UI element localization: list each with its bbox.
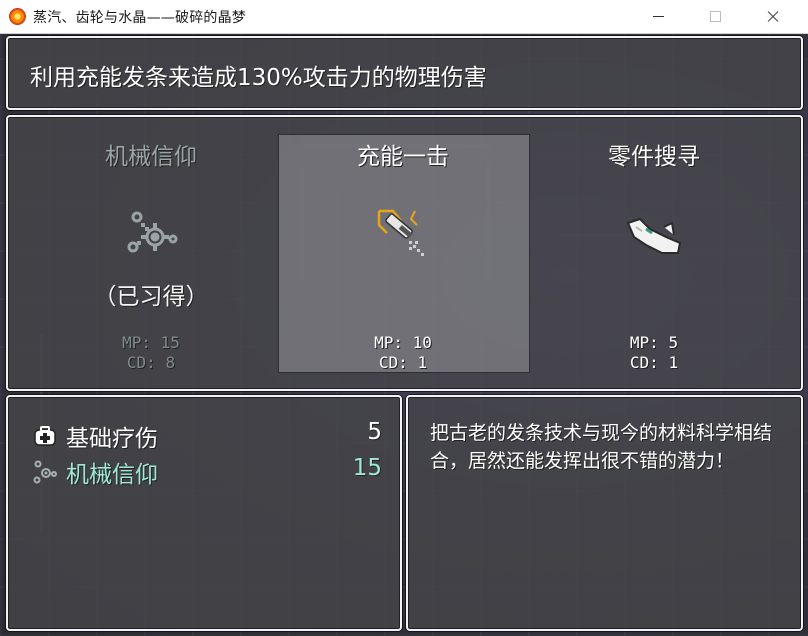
list-item-cost: 15 xyxy=(352,455,382,481)
close-button[interactable] xyxy=(750,0,796,33)
list-item-basic-heal[interactable]: 基础疗伤 5 xyxy=(32,419,382,453)
learned-skills-list: 基础疗伤 5 机械信仰 15 xyxy=(6,395,402,631)
skill-name: 零件搜寻 xyxy=(608,144,700,170)
gear-cog-icon xyxy=(127,211,178,253)
skill-description-window: 把古老的发条技术与现今的材料科学相结合，居然还能发挥出很不错的潜力！ xyxy=(406,395,803,631)
list-item-mechanical-faith[interactable]: 机械信仰 15 xyxy=(32,455,382,489)
skill-acquired-label: （已习得） xyxy=(93,284,209,310)
skill-mp-cost: MP: 15 xyxy=(122,333,180,352)
app-sun-icon xyxy=(10,9,25,24)
charged-sword-icon xyxy=(377,209,424,256)
skill-cooldown: CD: 8 xyxy=(126,353,176,372)
skill-help-text: 利用充能发条来造成130%攻击力的物理伤害 xyxy=(30,65,487,91)
skill-mp-cost: MP: 5 xyxy=(629,333,679,352)
minimize-button[interactable] xyxy=(636,0,682,33)
window-title: 蒸汽、齿轮与水晶——破碎的晶梦 xyxy=(33,10,246,26)
skill-select-window: 机械信仰 （已习得） MP: 15 CD: 8 充能一击 MP: 10 CD: … xyxy=(6,115,803,391)
gear-cog-icon xyxy=(33,460,57,484)
window-title-bar: 蒸汽、齿轮与水晶——破碎的晶梦 xyxy=(0,0,808,34)
skill-name: 充能一击 xyxy=(357,144,449,170)
list-item-name: 机械信仰 xyxy=(66,462,158,488)
list-item-name: 基础疗伤 xyxy=(66,426,158,452)
skill-name: 机械信仰 xyxy=(105,144,197,170)
skill-mp-cost: MP: 10 xyxy=(374,333,432,352)
medkit-icon xyxy=(34,426,56,446)
help-window: 利用充能发条来造成130%攻击力的物理伤害 xyxy=(6,36,803,110)
skill-option-charged-strike[interactable]: 充能一击 MP: 10 CD: 1 xyxy=(278,117,528,389)
skill-option-mechanical-faith[interactable]: 机械信仰 （已习得） MP: 15 CD: 8 xyxy=(26,117,276,389)
skill-option-parts-search[interactable]: 零件搜寻 MP: 5 CD: 1 xyxy=(529,117,779,389)
skill-cooldown: CD: 1 xyxy=(378,353,428,372)
skill-description-text: 把古老的发条技术与现今的材料科学相结合，居然还能发挥出很不错的潜力！ xyxy=(430,422,773,472)
wing-boot-icon xyxy=(626,217,682,254)
skill-cooldown: CD: 1 xyxy=(629,353,679,372)
maximize-button[interactable] xyxy=(692,0,738,33)
list-item-cost: 5 xyxy=(367,419,382,445)
